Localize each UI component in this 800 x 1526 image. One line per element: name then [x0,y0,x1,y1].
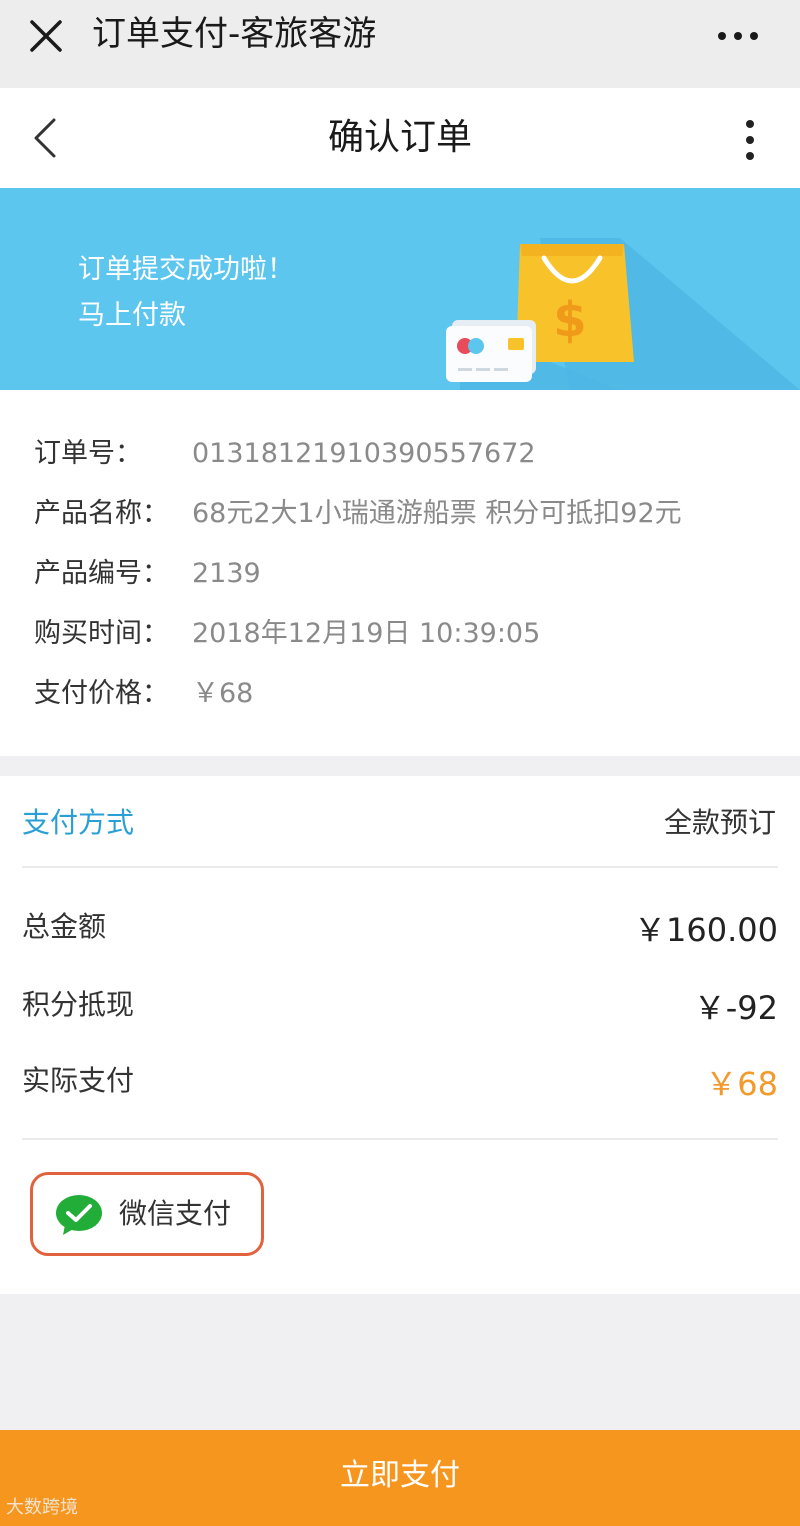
purchase-time-row: 购买时间： 2018年12月19日 10:39:05 [34,616,540,652]
pay-now-button[interactable]: 立即支付 [0,1430,800,1526]
actual-payment-label: 实际支付 [22,1064,135,1097]
pay-price-value: ￥68 [192,678,254,709]
total-amount-value: ￥160.00 [634,911,778,949]
product-code-row: 产品编号： 2139 [34,556,261,592]
actual-payment-value: ￥68 [705,1065,778,1103]
order-number-label: 订单号： [34,438,142,469]
wechat-pay-icon [56,1195,102,1235]
wechat-pay-option[interactable]: 微信支付 [30,1172,264,1256]
product-name-label: 产品名称： [34,498,169,529]
wechat-top-bar: 订单支付-客旅客游 [0,0,800,88]
payment-method-label: 支付方式 [22,806,135,839]
divider [22,1138,778,1140]
pay-now-label: 立即支付 [340,1458,460,1493]
pay-price-label: 支付价格： [34,678,169,709]
close-icon[interactable] [26,16,66,56]
total-amount-label: 总金额 [22,910,107,943]
purchase-time-label: 购买时间： [34,618,169,649]
wechat-page-title: 订单支付-客旅客游 [92,14,377,54]
wechat-pay-label: 微信支付 [119,1197,232,1230]
points-deduction-label: 积分抵现 [22,988,135,1021]
banner-success-text: 订单提交成功啦！ [78,254,294,285]
divider [22,866,778,868]
shopping-bag-card-illustration: $ [446,238,800,390]
svg-text:$: $ [553,292,586,348]
product-code-value: 2139 [192,558,261,589]
watermark: 大数跨境 [6,1497,78,1518]
page-nav-bar: 确认订单 [0,88,800,188]
order-number-value: 01318121910390557672 [192,438,536,469]
order-success-banner: 订单提交成功啦！ 马上付款 $ [0,188,800,390]
product-name-value: 68元2大1小瑞通游船票 积分可抵扣92元 [192,498,682,529]
payment-card: 支付方式 全款预订 总金额 ￥160.00 积分抵现 ￥-92 实际支付 ￥68… [0,776,800,1294]
banner-pay-prompt: 马上付款 [78,300,186,331]
page-title: 确认订单 [327,117,472,158]
purchase-time-value: 2018年12月19日 10:39:05 [192,618,541,649]
product-name-row: 产品名称： 68元2大1小瑞通游船票 积分可抵扣92元 [34,496,682,532]
points-deduction-value: ￥-92 [693,989,778,1027]
payment-method-value: 全款预订 [663,806,776,839]
product-code-label: 产品编号： [34,558,169,589]
more-horizontal-icon[interactable] [712,16,764,56]
more-vertical-icon[interactable] [732,116,768,164]
pay-price-row: 支付价格： ￥68 [34,676,253,712]
order-info-card: 订单号： 01318121910390557672 产品名称： 68元2大1小瑞通游… [0,390,800,756]
order-number-row: 订单号： 01318121910390557672 [34,436,536,472]
